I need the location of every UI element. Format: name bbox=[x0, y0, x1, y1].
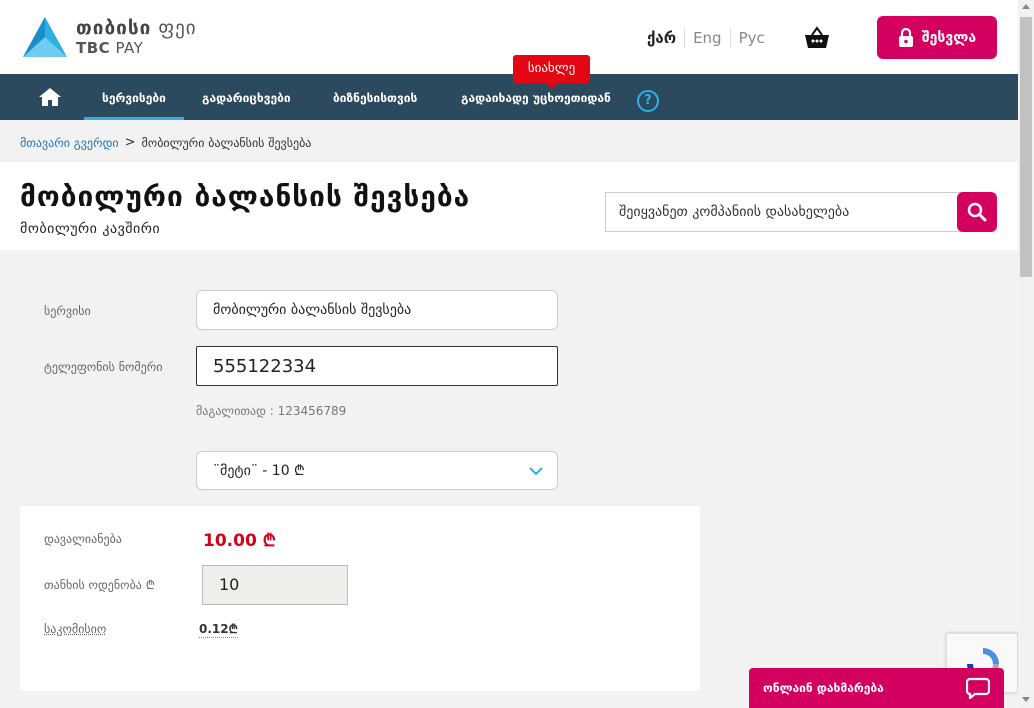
page-subtitle: მობილური კავშირი bbox=[20, 221, 161, 237]
amount-label: თანხის ოდენობა ₾ bbox=[44, 578, 155, 592]
basket-icon[interactable] bbox=[804, 26, 830, 50]
service-field: მობილური ბალანსის შევსება bbox=[196, 290, 558, 330]
online-help-chat[interactable]: ონლაინ დახმარება bbox=[749, 668, 1004, 708]
page-scrollbar[interactable] bbox=[1018, 0, 1034, 708]
page-header: მობილური ბალანსის შევსება მობილური კავში… bbox=[0, 162, 1018, 250]
breadcrumb-current: მობილური ბალანსის შევსება bbox=[141, 135, 312, 150]
help-icon[interactable]: ? bbox=[637, 90, 659, 112]
home-icon[interactable] bbox=[38, 87, 62, 107]
login-label: შესვლა bbox=[921, 29, 977, 46]
nav-business[interactable]: ბიზნესისთვის bbox=[333, 74, 417, 120]
new-badge: სიახლე bbox=[513, 55, 590, 89]
debt-label: დავალიანება bbox=[44, 532, 122, 546]
nav-transfers[interactable]: გადარიცხვები bbox=[202, 74, 291, 120]
payment-card: დავალიანება 10.00 ₾ თანხის ოდენობა ₾ 10 … bbox=[20, 506, 700, 691]
phone-hint: მაგალითად : 123456789 bbox=[196, 404, 347, 418]
chevron-down-icon bbox=[529, 467, 543, 476]
service-label: სერვისი bbox=[44, 304, 91, 318]
nav-services[interactable]: სერვისები bbox=[84, 74, 184, 120]
logo-ka-text: თიბისი bbox=[76, 16, 152, 39]
chat-label: ონლაინ დახმარება bbox=[763, 681, 884, 695]
tbc-logo-icon bbox=[23, 17, 67, 57]
language-switcher: ქარ Eng Рус bbox=[647, 28, 773, 48]
scroll-up-arrow-icon[interactable] bbox=[1022, 4, 1030, 9]
scroll-down-arrow-icon[interactable] bbox=[1022, 697, 1030, 702]
lang-ru[interactable]: Рус bbox=[729, 28, 773, 48]
company-search bbox=[605, 192, 997, 232]
scroll-thumb[interactable] bbox=[1020, 17, 1032, 277]
tbc-pay-logo[interactable]: თიბისი ფეი TBC PAY bbox=[20, 15, 197, 59]
logo-ka-suffix: ფეი bbox=[158, 16, 197, 39]
logo-en-text: TBC bbox=[76, 38, 111, 57]
breadcrumb: მთავარი გვერდი > მობილური ბალანსის შევსე… bbox=[20, 135, 311, 150]
logo-en-suffix: PAY bbox=[115, 38, 144, 57]
amount-input[interactable]: 10 bbox=[202, 565, 348, 605]
search-button[interactable] bbox=[957, 192, 997, 232]
phone-number-input[interactable] bbox=[196, 346, 558, 386]
chat-bubble-icon bbox=[966, 677, 990, 699]
plan-select-value: ¨მეტი¨ - 10 ₾ bbox=[213, 463, 305, 479]
search-icon bbox=[967, 202, 987, 222]
main-nav: სერვისები გადარიცხვები ბიზნესისთვის გადა… bbox=[0, 74, 1018, 120]
phone-label: ტელეფონის ნომერი bbox=[44, 360, 163, 374]
page-title: მობილური ბალანსის შევსება bbox=[20, 180, 471, 213]
top-header: თიბისი ფეი TBC PAY ქარ Eng Рус შესვლა bbox=[0, 0, 1018, 74]
login-button[interactable]: შესვლა bbox=[877, 16, 997, 59]
breadcrumb-home-link[interactable]: მთავარი გვერდი bbox=[20, 136, 119, 150]
lang-ka[interactable]: ქარ bbox=[647, 28, 684, 48]
lock-icon bbox=[898, 27, 913, 47]
plan-select[interactable]: ¨მეტი¨ - 10 ₾ bbox=[196, 451, 558, 490]
company-search-input[interactable] bbox=[605, 192, 965, 232]
commission-value: 0.12₾ bbox=[199, 622, 238, 638]
lang-en[interactable]: Eng bbox=[684, 28, 730, 48]
breadcrumb-separator: > bbox=[124, 135, 136, 150]
debt-value: 10.00 ₾ bbox=[203, 531, 276, 551]
commission-label[interactable]: საკომისიო bbox=[44, 622, 106, 636]
